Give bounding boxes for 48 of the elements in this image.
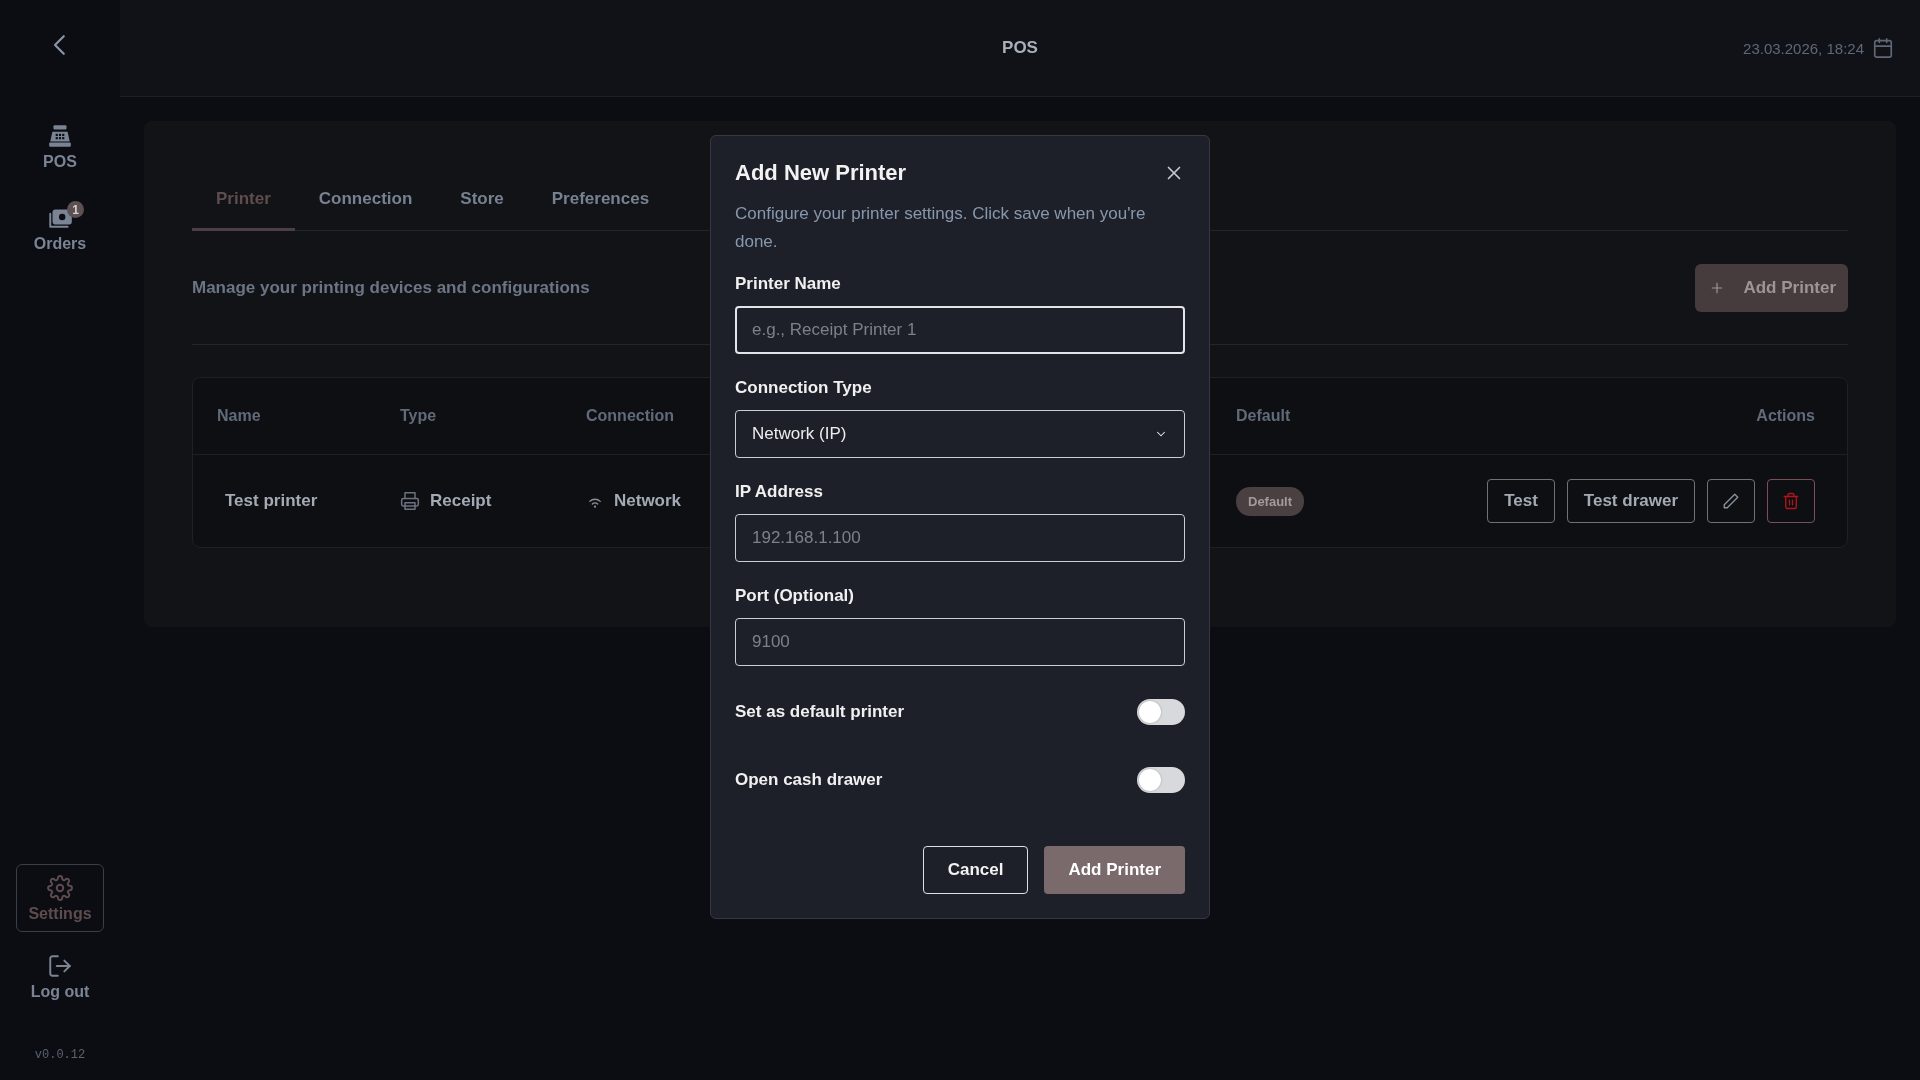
table-cell: Test printer (225, 491, 318, 511)
section-description: Manage your printing devices and configurations (192, 277, 590, 298)
action-button[interactable]: Test (1487, 479, 1555, 523)
toggle-label: Set as default printer (735, 702, 905, 722)
edit-button[interactable] (1707, 479, 1755, 523)
logout-icon (47, 953, 73, 979)
count-badge: 1 (67, 201, 84, 218)
cancel-button[interactable]: Cancel (922, 846, 1029, 894)
cash-register-icon (47, 123, 73, 149)
select-field[interactable]: Network (IP) (735, 410, 1185, 458)
submit-button[interactable]: Add Printer (1044, 846, 1185, 894)
page-title: POS (1002, 38, 1038, 58)
toggle-switch[interactable] (1137, 767, 1185, 793)
date-time: 23.03.2026, 18:24 (1743, 39, 1864, 57)
delete-button[interactable] (1767, 479, 1815, 523)
trash-icon (1782, 492, 1800, 510)
field-label: Connection Type (735, 378, 873, 398)
tab[interactable]: Preferences (527, 169, 674, 231)
column-header: Type (400, 407, 438, 425)
version-label: v0.0.12 (34, 1048, 86, 1062)
tab[interactable]: Store (436, 169, 528, 231)
calendar-icon (1872, 37, 1894, 59)
toggle-label: Open cash drawer (735, 770, 883, 790)
column-header: Default (1236, 407, 1292, 425)
column-header: Name (217, 407, 262, 425)
tab[interactable]: Connection (294, 169, 437, 231)
column-header: Connection (586, 407, 675, 425)
toggle-switch[interactable] (1137, 699, 1185, 725)
table-cell: Receipt (430, 491, 492, 511)
nav-item[interactable]: Log out (16, 942, 104, 1010)
input-field[interactable]: 9100 (735, 618, 1185, 666)
input-field[interactable]: 192.168.1.100 (735, 514, 1185, 562)
table-cell: Network (614, 491, 682, 511)
input-field[interactable]: e.g., Receipt Printer 1 (735, 306, 1185, 354)
column-header: Actions (1755, 407, 1815, 425)
settings-icon (47, 875, 73, 901)
nav-item[interactable]: POS (16, 112, 104, 180)
field-label: Port (Optional) (735, 586, 855, 606)
default-badge: Default (1236, 486, 1305, 516)
action-button[interactable]: Test drawer (1566, 479, 1695, 523)
add-printer-button[interactable]: Add Printer (1695, 263, 1848, 312)
printer-icon (400, 491, 420, 511)
pencil-icon (1722, 492, 1740, 510)
field-label: Printer Name (735, 274, 842, 294)
dialog-title: Add New Printer (735, 160, 907, 186)
field-label: IP Address (735, 482, 824, 502)
nav-item[interactable]: Orders 1 (16, 194, 104, 262)
dialog-description: Configure your printer settings. Click save when you're done. (735, 203, 1147, 253)
